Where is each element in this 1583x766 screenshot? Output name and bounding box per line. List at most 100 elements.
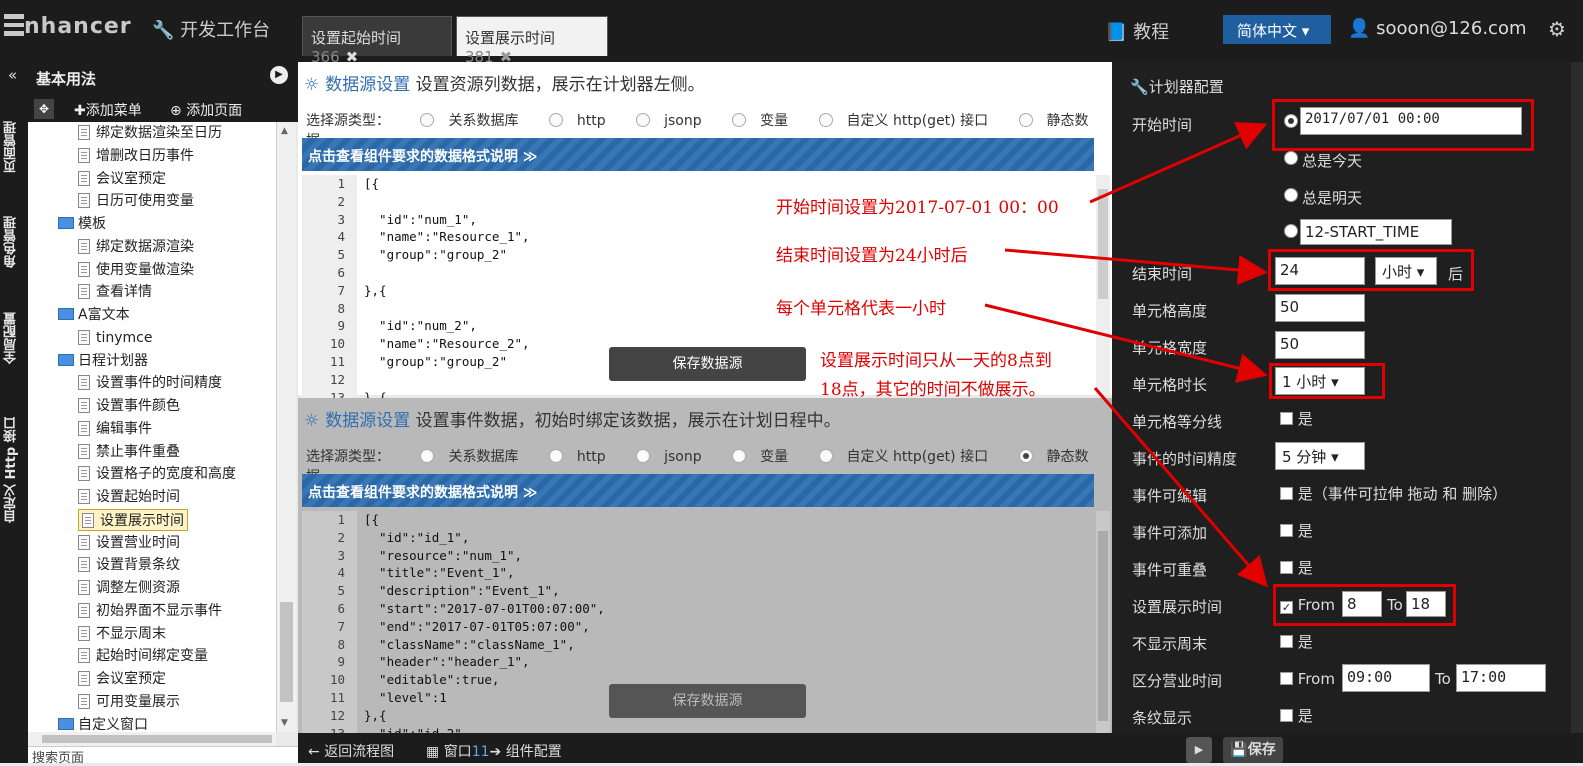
code-line[interactable] <box>364 300 530 318</box>
code-line[interactable]: },{ <box>364 707 605 725</box>
code-line[interactable]: "id":"num_2", <box>364 317 530 335</box>
tree-item[interactable]: 设置事件颜色 <box>78 395 180 417</box>
tree-item[interactable]: 不显示周末 <box>78 623 166 645</box>
code-scrollbar[interactable] <box>1096 175 1110 395</box>
tree-item[interactable]: 设置事件的时间精度 <box>78 372 222 394</box>
hide-weekend-checkbox[interactable]: 是 <box>1280 631 1313 652</box>
radio-jsonp[interactable]: jsonp <box>636 113 702 129</box>
tree-item[interactable]: 调整左侧资源 <box>78 577 180 599</box>
radio-custom-http[interactable]: 自定义 http(get) 接口 <box>818 113 988 129</box>
save-datasource-button[interactable]: 保存数据源 <box>609 684 806 718</box>
search-page-input[interactable]: 搜索页面 <box>28 746 298 766</box>
vnav-global-config[interactable]: 全局配置 <box>2 298 26 378</box>
biz-to-input[interactable]: 17:00 <box>1456 664 1546 692</box>
pin-icon[interactable]: ✥ <box>34 99 54 119</box>
code-text[interactable]: [{ "id":"id_1", "resource":"num_1", "tit… <box>364 511 605 742</box>
tree-item[interactable]: 查看详情 <box>78 281 152 303</box>
workbench-link[interactable]: 🔧 开发工作台 <box>152 16 270 42</box>
always-tomorrow-radio[interactable] <box>1284 188 1298 202</box>
tree-item[interactable]: 设置格子的宽度和高度 <box>78 463 236 485</box>
tree-item[interactable]: 设置展示时间 <box>78 508 188 531</box>
vnav-http-interface[interactable]: 自定义 Http 接口 <box>2 402 26 538</box>
radio-variable[interactable]: 变量 <box>732 449 788 465</box>
add-menu-button[interactable]: ✚添加菜单 <box>74 100 142 120</box>
radio-http[interactable]: http <box>548 449 606 465</box>
overlap-checkbox[interactable]: 是 <box>1280 557 1313 578</box>
code-line[interactable] <box>364 264 530 282</box>
radio-http[interactable]: http <box>548 113 606 129</box>
tree-item[interactable]: 禁止事件重叠 <box>78 441 180 463</box>
code-line[interactable]: "description":"Event_1", <box>364 582 605 600</box>
tree-item[interactable]: 绑定数据渲染至日历 <box>78 122 222 144</box>
code-line[interactable]: "start":"2017-07-01T00:07:00", <box>364 600 605 618</box>
vnav-role-manage[interactable]: 角色管理 <box>2 202 26 282</box>
app-logo[interactable]: nhancer <box>4 14 132 39</box>
code-line[interactable] <box>364 371 530 389</box>
user-menu[interactable]: 👤 sooon@126.com <box>1348 18 1527 39</box>
business-hours-checkbox[interactable]: From <box>1280 670 1335 688</box>
save-datasource-button[interactable]: 保存数据源 <box>609 347 806 381</box>
radio-rdb[interactable]: 关系数据库 <box>420 449 518 465</box>
code-line[interactable]: "className":"className_1", <box>364 636 605 654</box>
code-line[interactable]: "end":"2017-07-01T05:07:00", <box>364 618 605 636</box>
tree-folder[interactable]: 自定义窗口 <box>58 714 148 732</box>
tree-item[interactable]: 可用变量展示 <box>78 691 180 713</box>
tree-item[interactable]: 编辑事件 <box>78 418 152 440</box>
tree-item[interactable]: 设置营业时间 <box>78 532 180 554</box>
tree-folder[interactable]: 日程计划器 <box>58 350 148 372</box>
tree-item[interactable]: 使用变量做渲染 <box>78 259 194 281</box>
language-dropdown[interactable]: 简体中文 ▾ <box>1223 15 1331 44</box>
start-var-radio[interactable] <box>1284 224 1298 238</box>
radio-variable[interactable]: 变量 <box>732 113 788 129</box>
tab-display-time[interactable]: 设置展示时间381 ✖ <box>456 16 608 66</box>
tree-scrollbar[interactable]: ▲ ▼ <box>276 122 296 732</box>
code-text[interactable]: [{ "id":"num_1", "name":"Resource_1", "g… <box>364 175 530 406</box>
code-line[interactable] <box>364 193 530 211</box>
precision-select[interactable]: 5 分钟 ▾ <box>1275 442 1365 470</box>
code-scrollbar[interactable] <box>1096 511 1110 733</box>
gear-icon[interactable]: ⚙ <box>1548 17 1566 41</box>
start-var-input[interactable]: 12-START_TIME <box>1300 219 1452 245</box>
code-line[interactable]: "id":"id_1", <box>364 529 605 547</box>
config-scrollbar[interactable] <box>1571 62 1583 763</box>
radio-custom-http[interactable]: 自定义 http(get) 接口 <box>818 449 988 465</box>
tree-folder[interactable]: A富文本 <box>58 304 130 326</box>
tab-start-time[interactable]: 设置起始时间366 ✖ <box>302 16 452 66</box>
add-page-button[interactable]: ⊕ 添加页面 <box>170 100 242 120</box>
tutorial-link[interactable]: 📘 教程 <box>1105 18 1169 44</box>
cell-width-input[interactable]: 50 <box>1275 331 1365 359</box>
back-to-flow-button[interactable]: ← 返回流程图 <box>308 741 394 761</box>
radio-rdb[interactable]: 关系数据库 <box>420 113 518 129</box>
tree-item[interactable]: 会议室预定 <box>78 668 166 690</box>
code-line[interactable]: "id":"num_1", <box>364 211 530 229</box>
tree-item[interactable]: 初始界面不显示事件 <box>78 600 222 622</box>
vnav-page-manage[interactable]: 页面管理 <box>2 102 26 192</box>
code-line[interactable]: "title":"Event_1", <box>364 564 605 582</box>
tree-item[interactable]: 起始时间绑定变量 <box>78 645 208 667</box>
play-icon[interactable]: ▶ <box>270 66 288 84</box>
code-line[interactable]: "resource":"num_1", <box>364 547 605 565</box>
save-button[interactable]: 💾保存 <box>1223 737 1283 763</box>
code-line[interactable]: [{ <box>364 511 605 529</box>
tree-item[interactable]: 绑定数据源渲染 <box>78 236 194 258</box>
code-line[interactable]: "name":"Resource_1", <box>364 228 530 246</box>
biz-from-input[interactable]: 09:00 <box>1342 664 1430 692</box>
format-help-bar[interactable]: 点击查看组件要求的数据格式说明 ≫ <box>302 138 1094 171</box>
tree-item[interactable]: tinymce <box>78 327 153 349</box>
stripe-checkbox[interactable]: 是 <box>1280 705 1313 726</box>
always-today-radio[interactable] <box>1284 151 1298 165</box>
tree-hscrollbar[interactable] <box>28 732 276 746</box>
code-line[interactable]: "group":"group_2" <box>364 353 530 371</box>
addable-checkbox[interactable]: 是 <box>1280 520 1313 541</box>
tree-item[interactable]: 设置背景条纹 <box>78 554 180 576</box>
collapse-icon[interactable]: « <box>8 66 17 84</box>
tree-item[interactable]: 日历可使用变量 <box>78 190 194 212</box>
radio-jsonp[interactable]: jsonp <box>636 449 702 465</box>
code-line[interactable]: "header":"header_1", <box>364 653 605 671</box>
tree-item[interactable]: 增删改日历事件 <box>78 145 194 167</box>
tree-item[interactable]: 设置起始时间 <box>78 486 180 508</box>
code-line[interactable]: "group":"group_2" <box>364 246 530 264</box>
code-line[interactable]: "level":1 <box>364 689 605 707</box>
code-line[interactable]: [{ <box>364 175 530 193</box>
run-button[interactable]: ▶ <box>1186 737 1212 763</box>
